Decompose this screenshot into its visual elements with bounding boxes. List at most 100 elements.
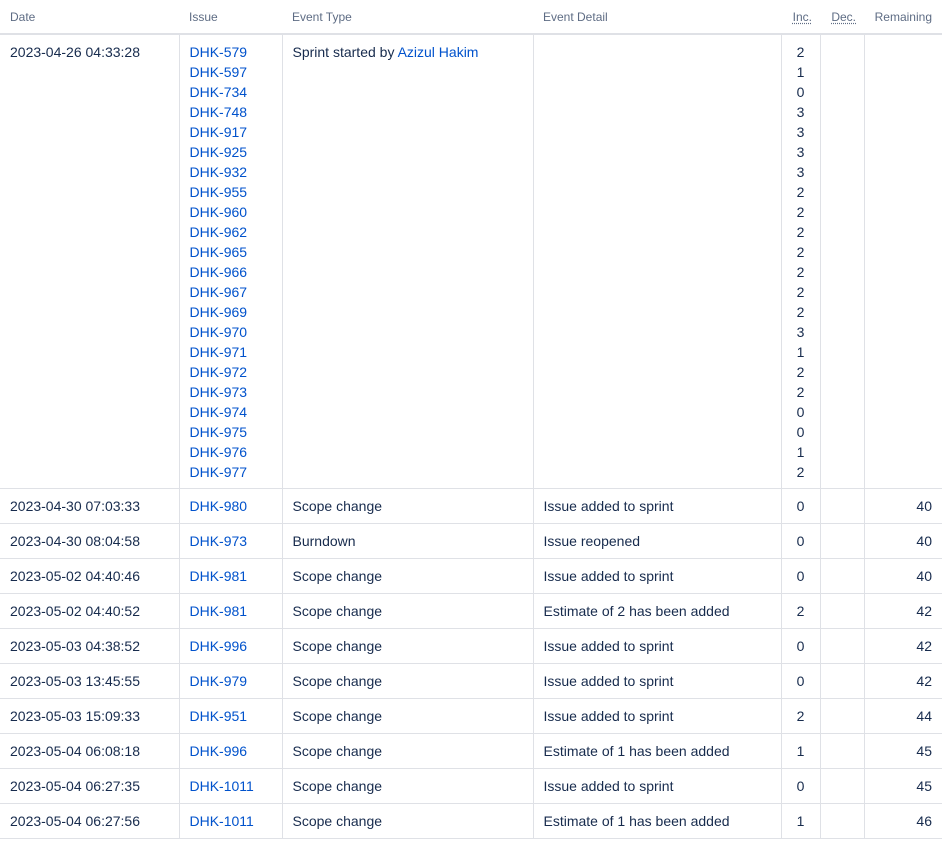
issue-list-item: DHK-974 [190,402,272,422]
issue-link[interactable]: DHK-976 [190,444,248,460]
issue-list-item: DHK-917 [190,122,272,142]
cell-decrease [819,698,864,734]
table-row: 2023-05-02 04:40:46 DHK-981 Scope change Is… [0,558,942,594]
issue-list-item: DHK-597 [190,62,272,82]
issue-link[interactable]: DHK-981 [190,603,248,619]
cell-event-type: Scope change [281,593,533,629]
header-increase[interactable]: Inc. [781,0,820,35]
cell-decrease [819,733,864,769]
issue-link[interactable]: DHK-970 [190,324,248,340]
cell-decrease [819,523,864,559]
issue-list-item: DHK-960 [190,202,272,222]
increase-value: 0 [796,424,805,440]
table-row: 2023-04-30 08:04:58 DHK-973 Burndown Issue … [0,523,942,559]
header-decrease[interactable]: Dec. [820,0,864,35]
increase-value: 2 [796,224,805,240]
issue-link[interactable]: DHK-734 [190,84,248,100]
cell-event-type: Scope change [281,698,533,734]
cell-decrease [819,663,864,699]
issue-link[interactable]: DHK-955 [190,184,248,200]
cell-increase: 1 [780,733,820,769]
issue-link[interactable]: DHK-967 [190,284,248,300]
issue-link[interactable]: DHK-974 [190,404,248,420]
issue-list-item: DHK-971 [190,342,272,362]
cell-issue: DHK-1011 [178,768,282,804]
increase-value: 3 [796,144,805,160]
issue-link[interactable]: DHK-969 [190,304,248,320]
cell-date: 2023-05-04 06:27:35 [0,768,179,804]
table-row: 2023-05-04 06:27:56 DHK-1011 Scope change E… [0,803,942,839]
cell-increase: 0 [780,523,820,559]
issue-list-item: DHK-925 [190,142,272,162]
cell-remaining: 45 [863,768,942,804]
table-row: 2023-05-02 04:40:52 DHK-981 Scope change Es… [0,593,942,629]
issue-link[interactable]: DHK-980 [190,498,248,514]
issue-link[interactable]: DHK-981 [190,568,248,584]
cell-decrease [819,488,864,524]
cell-issue: DHK-981 [178,593,282,629]
issue-list-item: DHK-973 [190,382,272,402]
issue-list-item: DHK-969 [190,302,272,322]
issue-link[interactable]: DHK-996 [190,743,248,759]
cell-remaining: 42 [863,628,942,664]
issue-link[interactable]: DHK-597 [190,64,248,80]
increase-value: 2 [796,304,805,320]
cell-issues: DHK-579 DHK-597 DHK-734 DHK-748 DHK-917 DHK-9… [178,34,282,489]
cell-date: 2023-04-30 08:04:58 [0,523,179,559]
issue-link[interactable]: DHK-748 [190,104,248,120]
header-date[interactable]: Date [0,0,179,35]
issue-list: DHK-579 DHK-597 DHK-734 DHK-748 DHK-917 DHK-9… [190,42,272,482]
issue-link[interactable]: DHK-996 [190,638,248,654]
increase-value: 2 [796,204,805,220]
user-link[interactable]: Azizul Hakim [398,44,479,60]
issue-link[interactable]: DHK-932 [190,164,248,180]
issue-list-item: DHK-970 [190,322,272,342]
issue-link[interactable]: DHK-979 [190,673,248,689]
issue-link[interactable]: DHK-966 [190,264,248,280]
cell-event-detail [532,34,781,489]
issue-link[interactable]: DHK-1011 [190,813,254,829]
cell-date: 2023-05-03 04:38:52 [0,628,179,664]
issue-link[interactable]: DHK-960 [190,204,248,220]
burndown-events-table: Date Issue Event Type Event Detail Inc. … [0,0,942,839]
issue-link[interactable]: DHK-977 [190,464,248,480]
issue-link[interactable]: DHK-579 [190,44,248,60]
increase-value: 0 [796,84,805,100]
issue-link[interactable]: DHK-972 [190,364,248,380]
issue-link[interactable]: DHK-1011 [190,778,254,794]
cell-event-detail: Issue reopened [532,523,781,559]
header-remaining[interactable]: Remaining [864,0,942,35]
table-header-row: Date Issue Event Type Event Detail Inc. … [0,0,942,35]
issue-link[interactable]: DHK-973 [190,384,248,400]
issue-link[interactable]: DHK-971 [190,344,248,360]
cell-increase: 1 [780,803,820,839]
table-row: 2023-05-03 15:09:33 DHK-951 Scope change Is… [0,698,942,734]
issue-list-item: DHK-975 [190,422,272,442]
cell-remaining: 40 [863,488,942,524]
cell-issue: DHK-981 [178,558,282,594]
issue-link[interactable]: DHK-917 [190,124,248,140]
cell-event-type: Scope change [281,488,533,524]
cell-event-type: Scope change [281,663,533,699]
cell-increase: 0 [780,663,820,699]
issue-link[interactable]: DHK-951 [190,708,248,724]
issue-list-item: DHK-748 [190,102,272,122]
issue-link[interactable]: DHK-965 [190,244,248,260]
issue-link[interactable]: DHK-975 [190,424,248,440]
header-issue[interactable]: Issue [179,0,282,35]
table-row: 2023-04-30 07:03:33 DHK-980 Scope change Is… [0,488,942,524]
cell-remaining: 44 [863,698,942,734]
increase-value: 2 [796,284,805,300]
cell-event-detail: Issue added to sprint [532,558,781,594]
issue-link[interactable]: DHK-925 [190,144,248,160]
cell-event-detail: Issue added to sprint [532,488,781,524]
table-row: 2023-05-03 04:38:52 DHK-996 Scope change Is… [0,628,942,664]
increase-value: 2 [796,464,805,480]
header-event-detail[interactable]: Event Detail [533,0,781,35]
issue-link[interactable]: DHK-962 [190,224,248,240]
issue-link[interactable]: DHK-973 [190,533,248,549]
cell-increase: 0 [780,558,820,594]
header-event-type[interactable]: Event Type [282,0,533,35]
increase-value: 2 [796,364,805,380]
table-row: 2023-05-04 06:27:35 DHK-1011 Scope change I… [0,768,942,804]
